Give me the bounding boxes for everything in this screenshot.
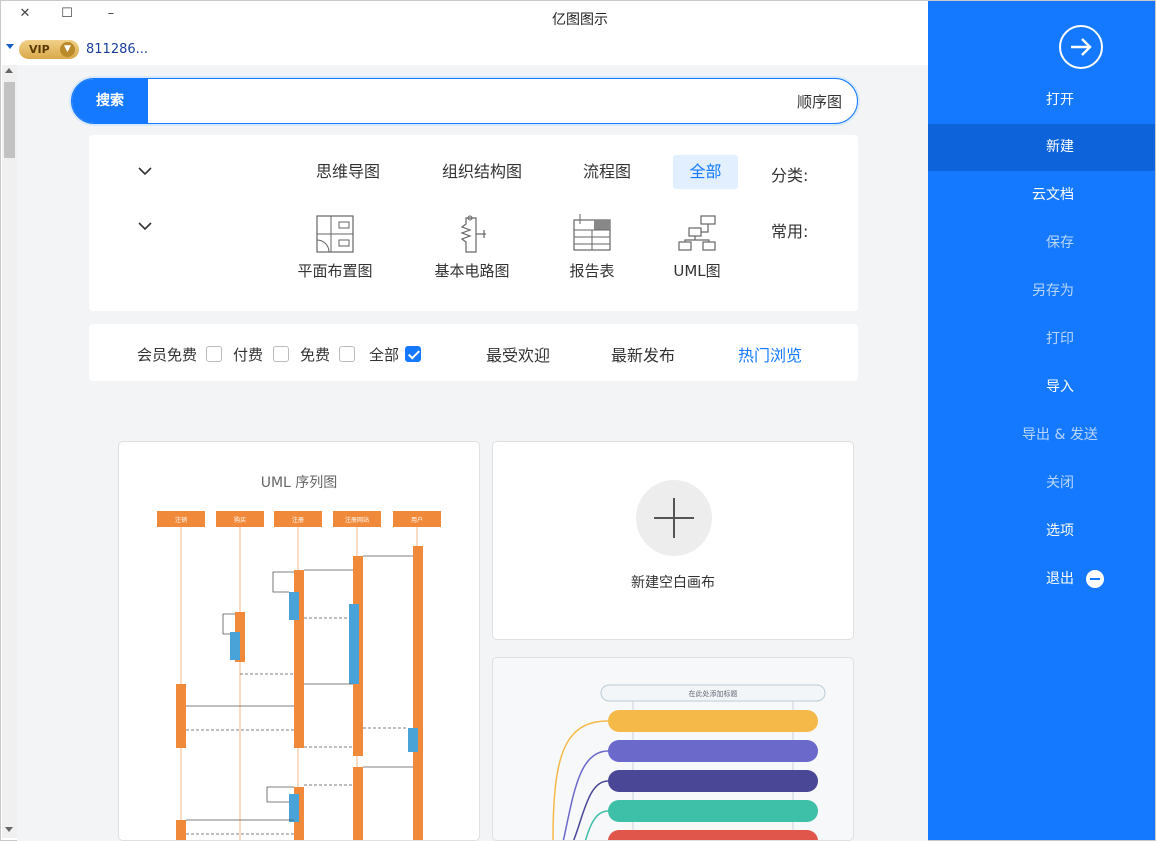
sidebar-item-options[interactable]: 选项 xyxy=(928,508,1155,555)
new-blank-label: 新建空白画布 xyxy=(631,575,715,591)
scroll-down-icon[interactable] xyxy=(5,827,13,832)
expand-common-chevron-down-icon[interactable] xyxy=(138,219,152,233)
scrollbar[interactable] xyxy=(2,65,17,838)
common-item-report[interactable]: 报告表 xyxy=(547,214,637,281)
category-org-chart[interactable]: 组织结构图 xyxy=(436,155,528,189)
price-member-free-label: 会员免费 xyxy=(137,346,198,364)
price-all-checkbox[interactable] xyxy=(405,346,421,362)
window-title: 亿图图示 xyxy=(552,12,608,28)
uml-lifeline-label: 注册网站 xyxy=(345,516,369,524)
minimize-icon[interactable]: – xyxy=(101,6,121,21)
common-item-label: 基本电路图 xyxy=(434,262,510,280)
new-blank-canvas-card[interactable]: 新建空白画布 xyxy=(492,441,854,640)
search-input[interactable] xyxy=(152,79,842,123)
uml-lifeline-label: 注册 xyxy=(292,516,304,524)
maximize-icon[interactable]: ☐ xyxy=(57,6,77,21)
vip-label: VIP xyxy=(29,43,50,56)
scroll-up-icon[interactable] xyxy=(5,68,13,73)
sidebar-item-import[interactable]: 导入 xyxy=(928,364,1155,411)
template-card-uml-sequence[interactable]: UML 序列图 注销 购买 注册 注册网站 用户 xyxy=(118,441,480,841)
mind-map-title: 在此处添加标题 xyxy=(689,689,738,698)
price-member-free-checkbox[interactable] xyxy=(206,346,222,362)
common-item-label: UML图 xyxy=(673,262,721,280)
sidebar-item-close[interactable]: 关闭 xyxy=(928,460,1155,507)
sidebar-item-save[interactable]: 保存 xyxy=(928,220,1155,267)
plus-icon xyxy=(636,480,712,556)
common-label: 常用: xyxy=(771,222,809,241)
uml-lifeline-label: 购买 xyxy=(234,516,246,524)
common-item-circuit[interactable]: 基本电路图 xyxy=(427,214,517,281)
sidebar-item-exit[interactable]: 退出 xyxy=(928,556,1155,603)
account-dropdown-icon[interactable] xyxy=(6,44,14,49)
price-paid-checkbox[interactable] xyxy=(273,346,289,362)
template-card-mind-map[interactable]: 在此处添加标题 xyxy=(492,657,854,841)
price-all-label: 全部 xyxy=(369,346,400,364)
sidebar-item-new[interactable]: 新建 xyxy=(928,124,1155,171)
close-icon[interactable]: ✕ xyxy=(15,6,35,21)
common-item-floor-plan[interactable]: 平面布置图 xyxy=(290,214,380,281)
account-name[interactable]: 811286... xyxy=(86,42,148,57)
sidebar-item-open[interactable]: 打开 xyxy=(928,77,1155,124)
sidebar-item-save-as[interactable]: 另存为 xyxy=(928,268,1155,315)
common-item-uml[interactable]: UML图 xyxy=(652,214,742,281)
search-bar: 搜索 xyxy=(71,78,858,124)
floor-plan-icon xyxy=(316,215,354,253)
scroll-thumb[interactable] xyxy=(4,82,15,158)
category-label: 分类: xyxy=(771,166,809,185)
mind-map-thumbnail: 在此处添加标题 xyxy=(552,684,826,840)
price-free-label: 免费 xyxy=(300,346,331,364)
price-free-checkbox[interactable] xyxy=(339,346,355,362)
price-paid-label: 付费 xyxy=(233,346,264,364)
common-item-label: 报告表 xyxy=(569,262,615,280)
uml-sequence-thumbnail: 注销 购买 注册 注册网站 用户 xyxy=(157,511,441,840)
circuit-diagram-icon xyxy=(460,215,486,253)
vip-crown-icon: ▼ xyxy=(60,42,75,57)
category-flowchart[interactable]: 流程图 xyxy=(575,155,639,189)
uml-lifeline-label: 用户 xyxy=(411,516,423,524)
sort-popular[interactable]: 最受欢迎 xyxy=(486,342,550,366)
uml-diagram-icon xyxy=(678,215,716,251)
category-all[interactable]: 全部 xyxy=(673,155,738,189)
sort-newest[interactable]: 最新发布 xyxy=(611,342,675,366)
uml-lifeline-label: 注销 xyxy=(175,516,187,524)
report-table-icon xyxy=(573,214,611,251)
arrow-right-icon xyxy=(1071,38,1092,56)
vip-badge[interactable]: VIP ▼ xyxy=(19,40,79,59)
sidebar-item-export-send[interactable]: 导出 & 发送 xyxy=(928,412,1155,459)
sidebar-item-print[interactable]: 打印 xyxy=(928,316,1155,363)
search-button[interactable]: 搜索 xyxy=(72,79,148,123)
expand-categories-chevron-down-icon[interactable] xyxy=(138,164,152,178)
sort-hot[interactable]: 热门浏览 xyxy=(738,342,802,366)
category-mind-map[interactable]: 思维导图 xyxy=(310,155,386,189)
back-arrow-icon[interactable] xyxy=(1059,25,1103,69)
sidebar-item-cloud-docs[interactable]: 云文档 xyxy=(928,172,1155,219)
exit-icon xyxy=(1086,570,1104,588)
common-item-label: 平面布置图 xyxy=(297,262,373,280)
